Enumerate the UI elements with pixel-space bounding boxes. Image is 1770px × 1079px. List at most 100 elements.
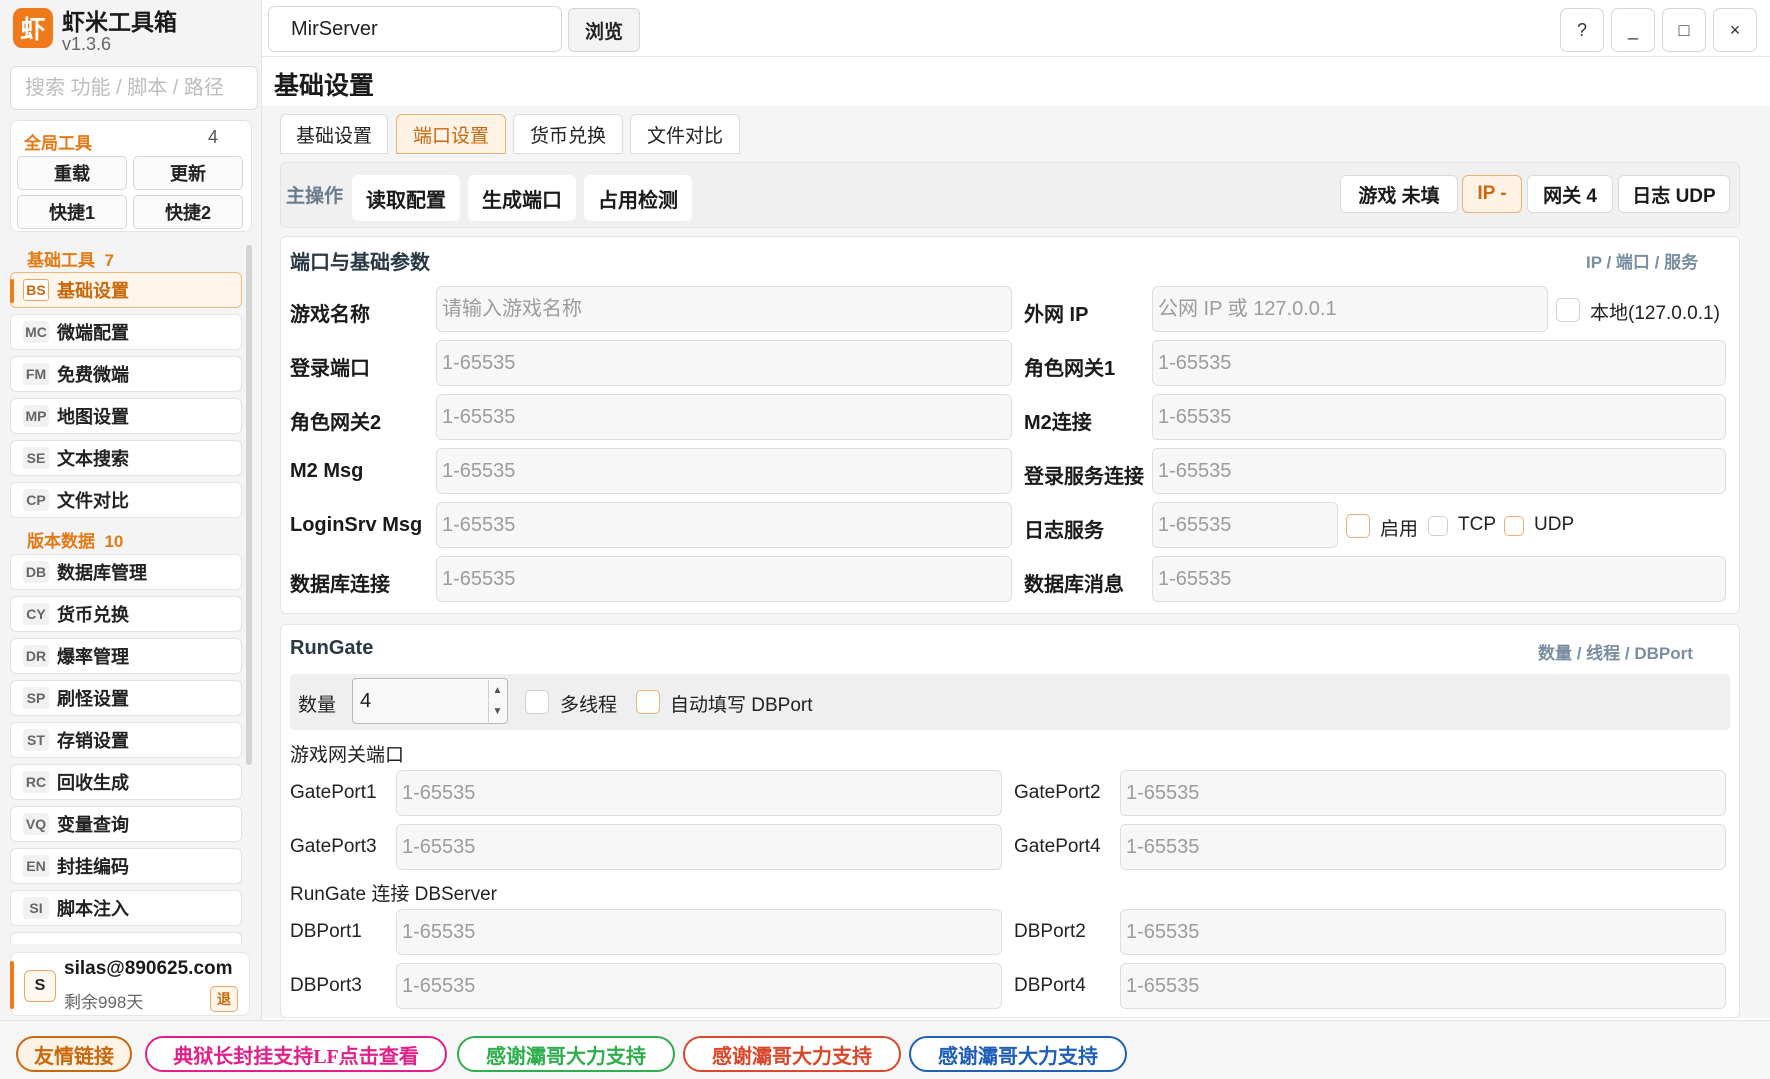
tab-basic-settings[interactable]: 基础设置 bbox=[280, 114, 388, 154]
log-service-label: 日志服务 bbox=[1024, 520, 1104, 542]
footer-link-friends[interactable]: 友情链接 bbox=[16, 1036, 132, 1072]
sidebar-item-database[interactable]: DB 数据库管理 bbox=[10, 554, 242, 590]
reload-button[interactable]: 重载 bbox=[17, 156, 127, 190]
db-message-input[interactable] bbox=[1152, 556, 1726, 602]
multithread-checkbox[interactable] bbox=[525, 690, 549, 714]
sidebar-item-drop-rate[interactable]: DR 爆率管理 bbox=[10, 638, 242, 674]
gateport1-label: GatePort1 bbox=[290, 782, 377, 803]
dbport1-input[interactable] bbox=[396, 909, 1002, 955]
sidebar-item-currency[interactable]: CY 货币兑换 bbox=[10, 596, 242, 632]
section-version-label: 版本数据 bbox=[27, 532, 95, 551]
login-service-connection-input[interactable] bbox=[1152, 448, 1726, 494]
tab-port-settings[interactable]: 端口设置 bbox=[396, 114, 506, 154]
role-gateway1-input[interactable] bbox=[1152, 340, 1726, 386]
m2-connection-input[interactable] bbox=[1152, 394, 1726, 440]
generate-ports-button[interactable]: 生成端口 bbox=[468, 175, 576, 221]
server-path-input[interactable] bbox=[268, 6, 562, 52]
gateport3-label: GatePort3 bbox=[290, 836, 377, 857]
minimize-button[interactable]: _ bbox=[1611, 8, 1655, 52]
dbport2-input[interactable] bbox=[1120, 909, 1726, 955]
m2-msg-label: M2 Msg bbox=[290, 460, 364, 482]
gateport4-input[interactable] bbox=[1120, 824, 1726, 870]
browse-button[interactable]: 浏览 bbox=[568, 8, 640, 52]
close-button[interactable]: × bbox=[1713, 8, 1757, 52]
log-service-input[interactable] bbox=[1152, 502, 1338, 548]
maximize-button[interactable]: □ bbox=[1662, 8, 1706, 52]
sidebar-item-code: MP bbox=[23, 405, 49, 427]
sidebar-item-microclient-config[interactable]: MC 微端配置 bbox=[10, 314, 242, 350]
sidebar-item-text-search[interactable]: SE 文本搜索 bbox=[10, 440, 242, 476]
game-name-label: 游戏名称 bbox=[290, 304, 370, 326]
log-udp-checkbox[interactable] bbox=[1504, 516, 1524, 536]
global-tools-title: 全局工具 bbox=[24, 134, 92, 153]
stepper-up-icon[interactable]: ▲ bbox=[488, 680, 506, 700]
sidebar-item-store[interactable]: ST 存销设置 bbox=[10, 722, 242, 758]
app-version: v1.3.6 bbox=[62, 34, 112, 54]
sidebar-item-anticheat-code[interactable]: EN 封挂编码 bbox=[10, 848, 242, 884]
log-enable-checkbox[interactable] bbox=[1346, 514, 1370, 538]
sidebar-item-spawn[interactable]: SP 刷怪设置 bbox=[10, 680, 242, 716]
wan-ip-label: 外网 IP bbox=[1024, 304, 1089, 326]
sidebar-item-script-inject[interactable]: SI 脚本注入 bbox=[10, 890, 242, 926]
shortcut2-button[interactable]: 快捷2 bbox=[133, 195, 243, 229]
tab-currency-exchange[interactable]: 货币兑换 bbox=[513, 114, 623, 154]
gateport1-input[interactable] bbox=[396, 770, 1002, 816]
sidebar-item-file-compare[interactable]: CP 文件对比 bbox=[10, 482, 242, 518]
sidebar-item-variable-query[interactable]: VQ 变量查询 bbox=[10, 806, 242, 842]
operations-label: 主操作 bbox=[286, 186, 344, 207]
read-config-button[interactable]: 读取配置 bbox=[352, 175, 460, 221]
sidebar-item-map-settings[interactable]: MP 地图设置 bbox=[10, 398, 242, 434]
sidebar-scrollbar[interactable] bbox=[246, 245, 252, 765]
sidebar-item-code: EN bbox=[23, 855, 49, 877]
dbport4-input[interactable] bbox=[1120, 963, 1726, 1009]
loginsrv-msg-input[interactable] bbox=[436, 502, 1012, 548]
local-ip-checkbox[interactable] bbox=[1556, 298, 1580, 322]
rungate-title: RunGate bbox=[290, 637, 374, 659]
wan-ip-input[interactable] bbox=[1152, 286, 1548, 332]
gateport2-input[interactable] bbox=[1120, 770, 1726, 816]
gateport3-input[interactable] bbox=[396, 824, 1002, 870]
tab-file-compare[interactable]: 文件对比 bbox=[630, 114, 740, 154]
dbport3-input[interactable] bbox=[396, 963, 1002, 1009]
autofill-dbport-label: 自动填写 DBPort bbox=[670, 695, 813, 716]
m2-msg-input[interactable] bbox=[436, 448, 1012, 494]
help-button[interactable]: ? bbox=[1560, 8, 1604, 52]
game-name-input[interactable] bbox=[436, 286, 1012, 332]
app-logo-icon: 虾 bbox=[13, 8, 53, 48]
port-usage-check-button[interactable]: 占用检测 bbox=[584, 175, 692, 221]
login-port-label: 登录端口 bbox=[290, 358, 370, 380]
log-tcp-checkbox[interactable] bbox=[1428, 516, 1448, 536]
quantity-stepper[interactable] bbox=[352, 678, 508, 724]
sidebar-item-label: 免费微端 bbox=[57, 365, 129, 385]
role-gateway2-input[interactable] bbox=[436, 394, 1012, 440]
update-button[interactable]: 更新 bbox=[133, 156, 243, 190]
sidebar-item-recycle[interactable]: RC 回收生成 bbox=[10, 764, 242, 800]
footer-link-thanks-green[interactable]: 感谢灞哥大力支持 bbox=[457, 1036, 675, 1072]
footer-link-support-lf[interactable]: 典狱长封挂支持LF点击查看 bbox=[145, 1036, 447, 1072]
stepper-down-icon[interactable]: ▼ bbox=[488, 701, 506, 722]
logout-button[interactable]: 退 bbox=[210, 986, 238, 1012]
db-message-label: 数据库消息 bbox=[1024, 574, 1124, 596]
log-enable-label: 启用 bbox=[1380, 519, 1419, 540]
autofill-dbport-checkbox[interactable] bbox=[636, 690, 660, 714]
login-port-input[interactable] bbox=[436, 340, 1012, 386]
db-connection-label: 数据库连接 bbox=[290, 574, 390, 596]
sidebar-item-label: 回收生成 bbox=[57, 773, 129, 793]
footer-link-thanks-red[interactable]: 感谢灞哥大力支持 bbox=[683, 1036, 901, 1072]
shortcut1-button[interactable]: 快捷1 bbox=[17, 195, 127, 229]
sidebar-item-label: 地图设置 bbox=[57, 407, 129, 427]
sidebar-item-basic-settings[interactable]: BS 基础设置 bbox=[10, 272, 242, 308]
sidebar-item-label: 文件对比 bbox=[57, 491, 129, 511]
loginsrv-msg-label: LoginSrv Msg bbox=[290, 514, 423, 536]
sidebar-item-code: SI bbox=[23, 897, 49, 919]
quantity-label: 数量 bbox=[298, 695, 337, 716]
footer-link-thanks-blue[interactable]: 感谢灞哥大力支持 bbox=[909, 1036, 1127, 1072]
user-email: silas@890625.com bbox=[64, 958, 233, 979]
quantity-value[interactable]: 4 bbox=[360, 690, 371, 713]
search-input[interactable] bbox=[10, 66, 258, 110]
db-connection-input[interactable] bbox=[436, 556, 1012, 602]
sidebar-item-free-microclient[interactable]: FM 免费微端 bbox=[10, 356, 242, 392]
sidebar-item-code: ST bbox=[23, 729, 49, 751]
status-badge-log: 日志 UDP bbox=[1618, 175, 1730, 213]
m2-connection-label: M2连接 bbox=[1024, 412, 1092, 434]
